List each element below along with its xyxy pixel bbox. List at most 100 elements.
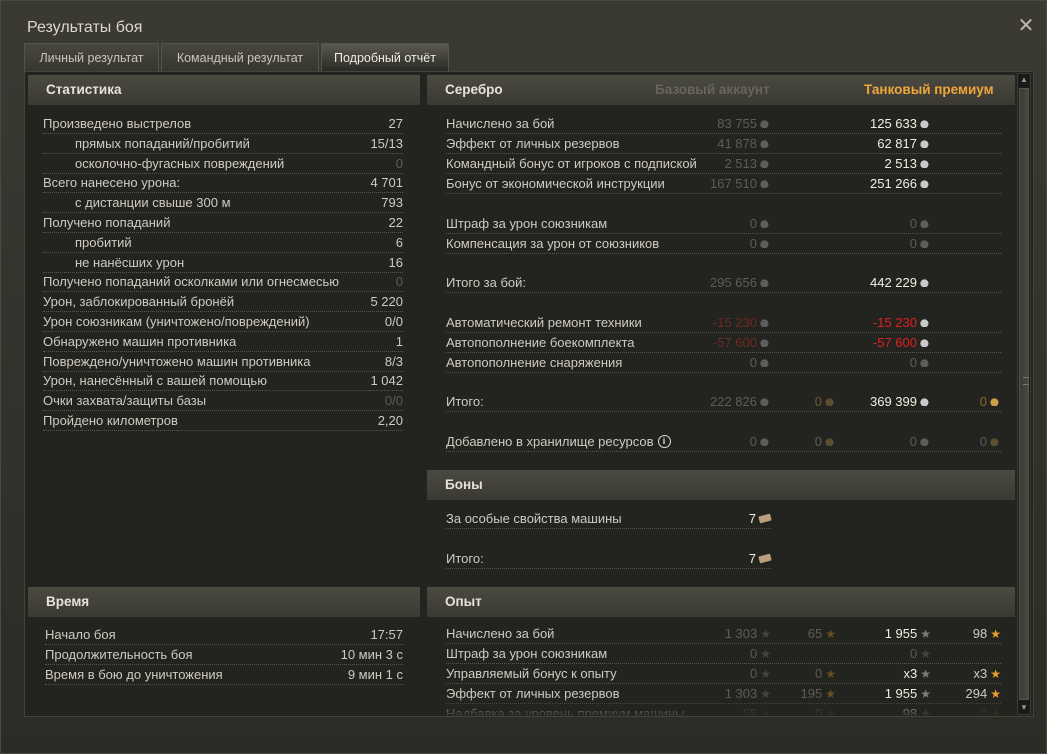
xp-row-label: Начислено за бой (446, 626, 555, 641)
time-row-value: 9 мин 1 с (347, 667, 403, 682)
scroll-down-icon[interactable]: ▼ (1018, 702, 1030, 714)
silver-header: Серебро Базовый аккаунт Танковый премиум (427, 75, 1015, 105)
stats-row: Очки захвата/защиты базы 0/0 (43, 391, 403, 411)
silver-coin-icon (920, 437, 931, 447)
stats-row: Получено попаданий осколками или огнесме… (43, 272, 403, 292)
silver-row-label: Автопополнение боекомплекта (446, 335, 635, 350)
report-content: Статистика Произведено выстрелов 27 прямых… (24, 71, 1034, 717)
stats-row-label: Всего нанесено урона: (43, 175, 181, 191)
silver-coin-icon (760, 437, 771, 447)
time-row: Время в бою до уничтожения 9 мин 1 с (45, 665, 403, 685)
silver-coin-icon (760, 119, 771, 129)
silver-row: Компенсация за урон от союзников 0 0 (446, 234, 1001, 254)
xp-prem-cell: 0 ★ (910, 644, 931, 664)
close-icon[interactable]: ✕ (1015, 15, 1037, 37)
xp-base-free-cell: 65 ★ (808, 624, 836, 644)
xp-row-label: Управляемый бонус к опыту (446, 666, 617, 681)
time-row-label: Время в бою до уничтожения (45, 667, 223, 682)
silver-base-value: 0 (749, 434, 757, 449)
stats-row-value: 22 (388, 215, 403, 230)
silver-row-label: Автопополнение снаряжения (446, 355, 623, 370)
silver-base-value: 222 826 (710, 394, 757, 409)
tab-detailed-report[interactable]: Подробный отчёт (321, 43, 449, 71)
info-icon[interactable]: i (657, 435, 671, 449)
xp-base-value: 0 (750, 646, 758, 661)
stats-row-value: 8/3 (384, 353, 403, 369)
tab-personal-result[interactable]: Личный результат (24, 43, 159, 71)
dotted-leader (446, 292, 1001, 293)
silver-coin-icon (760, 397, 771, 407)
xp-base-value: 1 303 (724, 626, 758, 641)
silver-prem-cell: 2 513 (884, 154, 931, 174)
stats-row: Урон, нанесённый с вашей помощью 1 042 (43, 371, 403, 391)
dotted-leader (446, 253, 1001, 254)
stats-row-label: Урон союзникам (уничтожено/повреждений) (43, 314, 310, 329)
silver-prem-value: 62 817 (877, 136, 917, 151)
stats-row-label: не нанёсших урон (75, 254, 185, 270)
silver-row: Итого: 222 826 369 399 0 0 (446, 392, 1001, 412)
silver-row-label: Командный бонус от игроков с подпиской (446, 156, 697, 171)
stats-row-value: 16 (388, 254, 403, 270)
silver-row: Автоматический ремонт техники -15 230 -15 … (446, 313, 1001, 333)
gold-prem-cell: 0 (980, 432, 1001, 452)
time-header: Время (28, 587, 420, 617)
stats-row-value: 1 042 (370, 373, 403, 389)
silver-row-label: Итого: (446, 394, 484, 409)
gold-base-cell: 0 (815, 392, 836, 412)
silver-base-value: 0 (749, 355, 757, 370)
time-row-label: Продолжительность боя (45, 647, 193, 662)
silver-row-label: Добавлено в хранилище ресурсов i (446, 432, 671, 452)
silver-coin-icon (760, 338, 771, 348)
xp-row: Начислено за бой 1 303 ★ 65 ★ 1 955 ★ 98 ★ (446, 624, 1001, 644)
dotted-leader (446, 451, 1001, 452)
silver-prem-value: 0 (909, 355, 917, 370)
silver-row: Командный бонус от игроков с подпиской 2 … (446, 154, 1001, 174)
tab-team-result[interactable]: Командный результат (161, 43, 319, 71)
scroll-thumb[interactable] (1019, 88, 1029, 700)
stats-row-label: с дистанции свыше 300 м (75, 195, 231, 211)
gold-prem-value: 0 (979, 394, 987, 409)
silver-coin-icon (920, 219, 931, 229)
gold-icon (990, 397, 1001, 407)
silver-prem-value: 125 633 (870, 116, 917, 131)
stats-row-value: 5 220 (370, 294, 403, 310)
silver-prem-value: 0 (909, 216, 917, 231)
stats-row-value: 793 (381, 195, 403, 211)
silver-coin-icon (920, 397, 931, 407)
gold-prem-cell: 0 (980, 392, 1001, 412)
bond-icon (758, 513, 772, 524)
silver-base-value: 83 755 (717, 116, 757, 131)
silver-row: Начислено за бой 83 755 125 633 (446, 114, 1001, 134)
stats-row-label: прямых попаданий/пробитий (75, 135, 250, 151)
silver-row: Добавлено в хранилище ресурсов i 0 0 0 0 (446, 432, 1001, 452)
stats-row-value: 1 (395, 333, 403, 349)
bottom-fade (25, 696, 1033, 716)
silver-coin-icon (760, 179, 771, 189)
bond-value: 7 (748, 511, 756, 526)
scroll-up-icon[interactable]: ▲ (1018, 74, 1030, 86)
silver-row-label: Компенсация за урон от союзников (446, 236, 660, 251)
silver-base-value: -15 230 (712, 315, 757, 330)
xp-prem-value: 1 955 (884, 626, 918, 641)
stats-row: Всего нанесено урона: 4 701 (43, 173, 403, 193)
xp-header: Опыт (427, 587, 1015, 617)
base-account-header: Базовый аккаунт (655, 82, 770, 97)
gold-base-cell: 0 (815, 432, 836, 452)
star-icon: ★ (825, 667, 836, 681)
silver-coin-icon (760, 358, 771, 368)
silver-prem-cell: 0 (910, 234, 931, 254)
silver-row-label: Итого за бой: (446, 275, 527, 290)
stats-row: Урон, заблокированный бронёй 5 220 (43, 292, 403, 312)
silver-coin-icon (760, 278, 771, 288)
dotted-leader (446, 568, 771, 569)
silver-row: Автопополнение боекомплекта -57 600 -57 60… (446, 333, 1001, 353)
silver-prem-value: 442 229 (870, 275, 917, 290)
stats-row-value: 0 (395, 155, 403, 171)
gold-base-value: 0 (814, 434, 822, 449)
silver-row-label: Начислено за бой (446, 116, 555, 131)
scrollbar[interactable]: ▲ ▼ (1017, 73, 1031, 715)
silver-prem-cell: -15 230 (873, 313, 931, 333)
silver-base-cell: 222 826 (710, 392, 771, 412)
silver-base-cell: -15 230 (713, 313, 771, 333)
stats-row: Произведено выстрелов 27 (43, 114, 403, 134)
